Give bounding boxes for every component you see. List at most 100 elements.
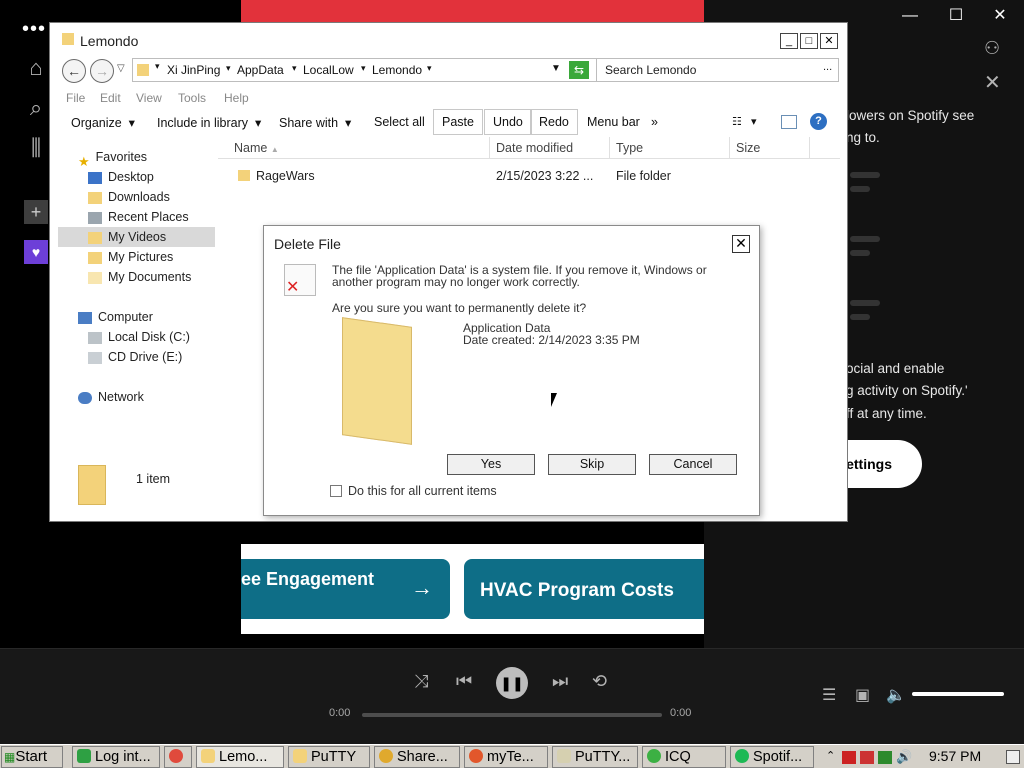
breadcrumb-item[interactable]: Lemondo <box>372 63 422 77</box>
search-input[interactable]: Search Lemondo ... <box>596 58 839 82</box>
show-desktop-icon[interactable] <box>1006 750 1020 764</box>
address-input[interactable]: ▾ Xi JinPing ▾ AppData ▾ LocalLow ▾ Lemo… <box>132 58 615 82</box>
nav-downloads[interactable]: Downloads <box>88 187 170 207</box>
nav-desktop[interactable]: Desktop <box>88 167 154 187</box>
pause-button[interactable]: ❚❚ <box>496 667 528 699</box>
nav-my-videos[interactable]: My Videos <box>58 227 215 247</box>
maximize-button[interactable]: □ <box>800 33 818 49</box>
nav-favorites[interactable]: ★ Favorites <box>78 147 147 169</box>
queue-icon[interactable]: ☰ <box>822 685 836 705</box>
task-icq[interactable]: ICQ <box>642 746 726 768</box>
breadcrumb-item[interactable]: AppData <box>237 63 284 77</box>
recent-dropdown-icon[interactable]: ▽ <box>117 63 125 74</box>
library-icon[interactable]: ⫼ <box>22 134 50 162</box>
yes-button[interactable]: Yes <box>447 454 535 475</box>
task-spotify[interactable]: Spotif... <box>730 746 814 768</box>
progress-slider[interactable] <box>362 713 662 717</box>
search-icon[interactable]: ⌕ <box>22 94 50 122</box>
redo-button[interactable]: Redo <box>530 109 578 135</box>
tray-expand-icon[interactable]: ⌃ <box>826 749 835 762</box>
organize-button[interactable]: Organize ▾ <box>71 115 135 130</box>
menu-file[interactable]: File <box>66 91 85 105</box>
menu-help[interactable]: Help <box>224 91 249 105</box>
address-dropdown-icon[interactable]: ▼ <box>551 63 561 74</box>
hvac-card[interactable]: HVAC Program Costs <box>464 559 704 619</box>
chevron-down-icon[interactable]: ▾ <box>292 63 297 74</box>
skip-button[interactable]: Skip <box>548 454 636 475</box>
cancel-button[interactable]: Cancel <box>649 454 737 475</box>
breadcrumb-item[interactable]: LocalLow <box>303 63 354 77</box>
table-row[interactable]: RageWars 2/15/2023 3:22 ... File folder <box>228 165 788 187</box>
apply-all-checkbox[interactable]: Do this for all current items <box>330 484 497 498</box>
shuffle-icon[interactable]: ⤨ <box>414 671 428 692</box>
devices-icon[interactable]: ▣ <box>855 685 870 705</box>
nav-local-disk[interactable]: Local Disk (C:) <box>88 327 190 347</box>
maximize-icon[interactable]: ☐ <box>936 4 976 28</box>
include-library-button[interactable]: Include in library ▾ <box>157 115 261 130</box>
volume-icon[interactable]: 🔈 <box>886 685 906 705</box>
liked-songs-icon[interactable]: ♥ <box>24 240 48 264</box>
menu-edit[interactable]: Edit <box>100 91 121 105</box>
undo-button[interactable]: Undo <box>484 109 532 135</box>
refresh-icon[interactable]: ⇆ <box>569 61 589 79</box>
chevron-down-icon[interactable]: ▾ <box>427 63 432 74</box>
more-commands-button[interactable]: » <box>651 115 658 129</box>
task-lemondo[interactable]: Lemo... <box>196 746 284 768</box>
flag-icon[interactable] <box>842 751 856 764</box>
column-date-modified[interactable]: Date modified <box>490 137 610 159</box>
breadcrumb-item[interactable]: Xi JinPing <box>167 63 220 77</box>
repeat-icon[interactable]: ⟲ <box>592 671 607 692</box>
column-name[interactable]: Name ▲ <box>218 137 490 159</box>
network-icon[interactable] <box>878 751 892 764</box>
friend-activity-icon[interactable]: ⚇ <box>984 38 1000 59</box>
task-share[interactable]: Share... <box>374 746 460 768</box>
create-playlist-icon[interactable]: + <box>24 200 48 224</box>
clock[interactable]: 9:57 PM <box>929 748 981 764</box>
nav-computer[interactable]: Computer <box>78 307 153 327</box>
task-putty2[interactable]: PuTTY... <box>552 746 638 768</box>
more-menu-icon[interactable]: ••• <box>22 18 46 41</box>
close-button[interactable]: ✕ <box>732 235 750 253</box>
forward-icon[interactable]: → <box>90 59 114 83</box>
view-options-icon[interactable]: ☷ ▾ <box>732 115 757 128</box>
checkbox-box[interactable] <box>330 485 342 497</box>
nav-network[interactable]: Network <box>78 387 144 407</box>
column-size[interactable]: Size <box>730 137 810 159</box>
close-panel-icon[interactable]: ✕ <box>984 70 1001 95</box>
nav-my-documents[interactable]: My Documents <box>88 267 191 287</box>
close-button[interactable]: ✕ <box>820 33 838 49</box>
volume-slider[interactable] <box>912 692 1004 696</box>
chevron-down-icon[interactable]: ▾ <box>155 61 160 72</box>
share-with-button[interactable]: Share with ▾ <box>279 115 351 130</box>
nav-recent-places[interactable]: Recent Places <box>88 207 189 227</box>
task-chrome[interactable] <box>164 746 192 768</box>
volume-icon[interactable]: 🔊 <box>896 749 912 765</box>
task-mytest[interactable]: myTe... <box>464 746 548 768</box>
engagement-card[interactable]: ee Engagement → <box>241 559 450 619</box>
chevron-down-icon[interactable]: ▾ <box>226 63 231 74</box>
close-icon[interactable]: ✕ <box>980 4 1020 28</box>
menu-tools[interactable]: Tools <box>178 91 206 105</box>
next-icon[interactable]: ⏭ <box>552 671 568 692</box>
security-icon[interactable] <box>860 751 874 764</box>
help-icon[interactable]: ? <box>810 113 827 130</box>
column-type[interactable]: Type <box>610 137 730 159</box>
home-icon[interactable]: ⌂ <box>22 54 50 82</box>
minimize-button[interactable]: _ <box>780 33 798 49</box>
back-icon[interactable]: ← <box>62 59 86 83</box>
preview-pane-icon[interactable] <box>781 115 797 129</box>
nav-my-pictures[interactable]: My Pictures <box>88 247 173 267</box>
mouse-cursor-icon <box>551 393 563 407</box>
task-putty[interactable]: PuTTY <box>288 746 370 768</box>
start-button[interactable]: ▦Start <box>1 746 63 768</box>
select-all-button[interactable]: Select all <box>374 115 425 129</box>
task-log[interactable]: Log int... <box>72 746 160 768</box>
nav-cd-drive[interactable]: CD Drive (E:) <box>88 347 182 367</box>
minimize-icon[interactable]: — <box>890 4 930 28</box>
search-options-icon[interactable]: ... <box>823 61 832 73</box>
previous-icon[interactable]: ⏮ <box>456 671 472 692</box>
paste-button[interactable]: Paste <box>433 109 483 135</box>
chevron-down-icon[interactable]: ▾ <box>361 63 366 74</box>
menu-bar-button[interactable]: Menu bar <box>587 115 640 129</box>
menu-view[interactable]: View <box>136 91 162 105</box>
